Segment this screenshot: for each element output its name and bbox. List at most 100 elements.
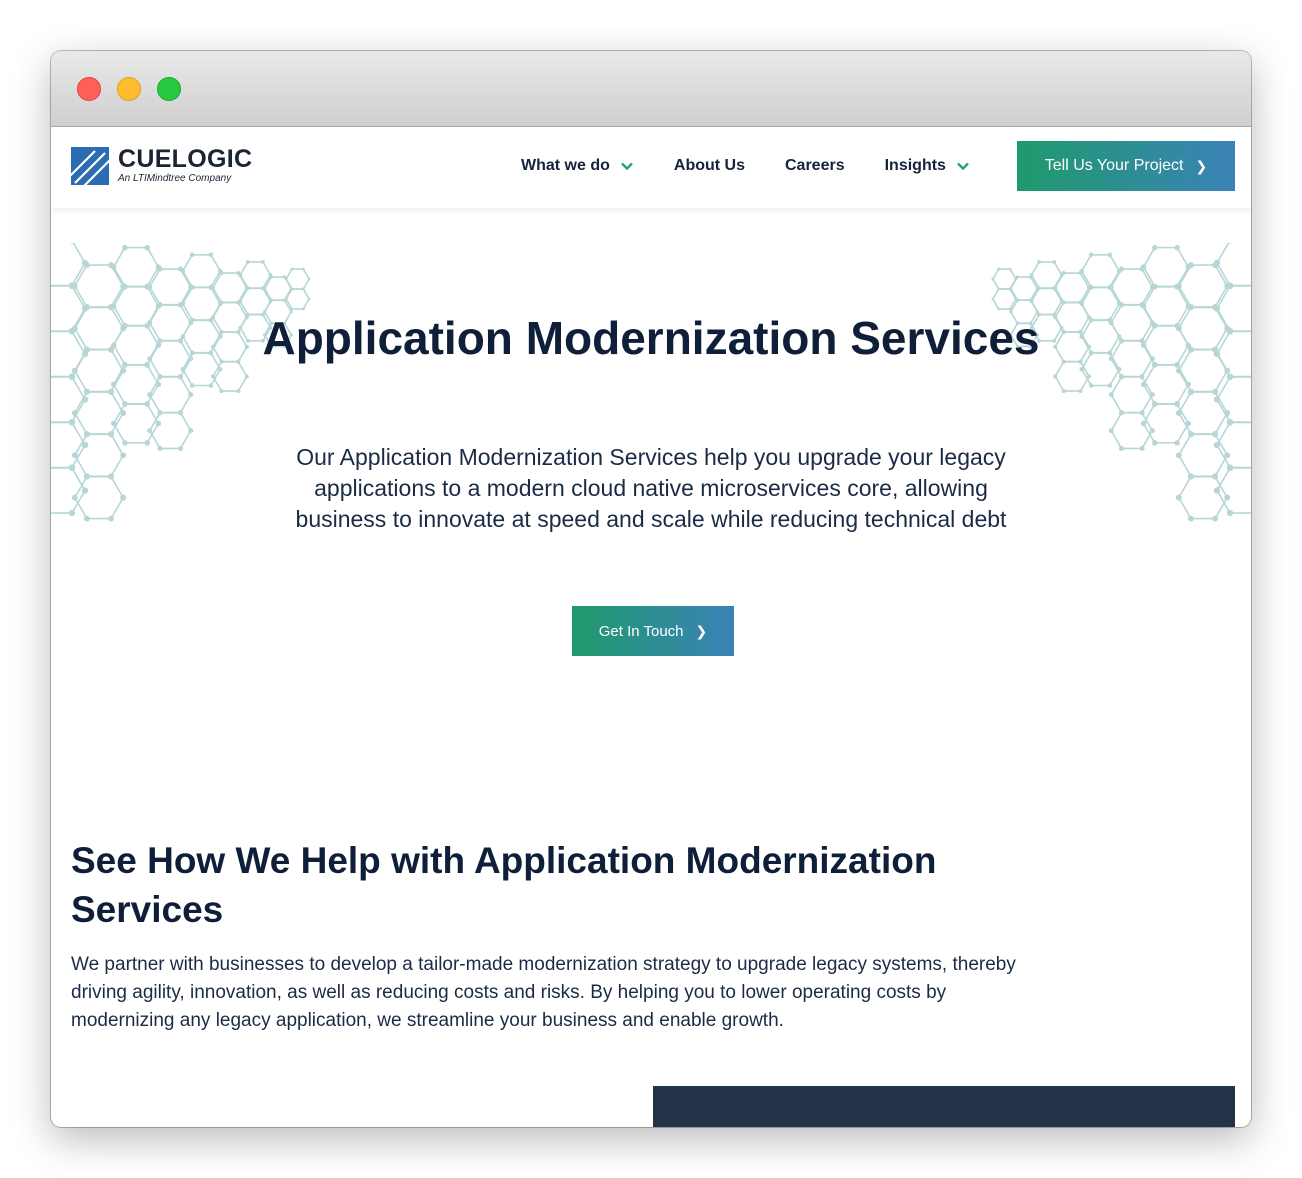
hexagon-node (238, 273, 243, 277)
nav-item-about-us[interactable]: About Us (674, 157, 745, 175)
nav-item-what-we-do[interactable]: What we do (521, 157, 634, 175)
hexagon-node (219, 388, 224, 394)
hexagon-node (144, 440, 150, 446)
hexagon-node (1152, 440, 1158, 446)
hexagon-node (1187, 389, 1194, 396)
hexagon-node (177, 374, 184, 380)
hexagon-node (1187, 515, 1194, 522)
hexagon-node (1175, 494, 1182, 501)
hexagon-node (1008, 267, 1012, 271)
nav-item-label: About Us (673, 157, 745, 174)
nav-item-careers[interactable]: Careers (785, 157, 845, 175)
hexagon-node (263, 286, 267, 291)
hexagon-node (1059, 299, 1064, 304)
hexagon-node (1139, 374, 1145, 380)
hexagon-node (1053, 374, 1058, 379)
hexagon-node (188, 392, 194, 398)
get-in-touch-button[interactable]: Get In Touch ❯ (572, 606, 734, 656)
hexagon-node (1078, 270, 1083, 276)
nav-item-label: Careers (785, 157, 845, 174)
hexagon-node (1224, 410, 1231, 416)
hexagon-node (238, 299, 243, 304)
hexagon-node (1174, 401, 1180, 407)
hexagon-node (1086, 374, 1092, 379)
stripes-square-logo-icon (71, 147, 109, 185)
brand-name: CUELOGIC (118, 145, 253, 173)
hexagon-node (1107, 252, 1113, 258)
hexagon-cell (112, 403, 160, 444)
hexagon-node (1174, 440, 1180, 446)
tell-us-your-project-button[interactable]: Tell Us Your Project ❯ (1017, 141, 1235, 191)
hexagon-node (144, 244, 150, 251)
window-titlebar (51, 51, 1251, 127)
hexagon-node (155, 420, 162, 427)
section-body: We partner with businesses to develop a … (71, 954, 1016, 1031)
hexagon-node (68, 509, 76, 517)
hexagon-node (144, 401, 150, 407)
hexagon-node (219, 300, 224, 305)
hexagon-node (189, 252, 195, 258)
hexagon-node (83, 431, 90, 438)
hexagon-node (1226, 419, 1234, 426)
hexagon-node (1152, 401, 1158, 407)
hexagon-node (157, 266, 163, 272)
hexagon-node (1224, 283, 1231, 290)
hexagon-node (307, 277, 311, 281)
hexagon-cell (1216, 376, 1251, 423)
hexagon-node (108, 473, 115, 480)
minimize-window-button[interactable] (117, 77, 141, 101)
hexagon-node (1226, 509, 1234, 517)
hexagon-node (1078, 388, 1083, 394)
hexagon-node (1139, 445, 1145, 451)
browser-window: CUELOGIC An LTIMindtree Company What we … (51, 51, 1251, 1127)
hexagon-node (122, 440, 128, 446)
hexagon-node (1224, 367, 1231, 374)
hexagon-node (236, 388, 241, 394)
hexagon-node (269, 275, 273, 279)
hexagon-node (1149, 392, 1155, 398)
hexagon-node (245, 286, 250, 291)
hexagon-node (1059, 273, 1064, 277)
hexagon-node (120, 452, 127, 459)
nav-item-label: Insights (884, 157, 946, 174)
hexagon-cell (1110, 376, 1154, 414)
hexagon-node (1118, 445, 1125, 451)
hexagon-node (997, 287, 1001, 291)
hexagon-node (83, 473, 90, 480)
hexagon-node (219, 270, 224, 276)
hexagon-node (68, 373, 76, 381)
hexagon-node (1226, 373, 1234, 381)
hexagon-node (1212, 262, 1219, 269)
hexagon-node (110, 381, 117, 388)
hexagon-node (284, 277, 288, 281)
hexagon-node (1140, 420, 1147, 427)
chevron-right-icon: ❯ (1195, 157, 1208, 174)
hexagon-node (108, 389, 115, 396)
hexagon-node (1226, 464, 1234, 472)
dark-feature-panel (653, 1086, 1235, 1127)
hexagon-node (68, 464, 76, 472)
hexagon-node (1139, 266, 1145, 272)
nav-item-insights[interactable]: Insights (885, 157, 970, 175)
hexagon-node (269, 298, 273, 302)
hexagon-node (1224, 452, 1231, 459)
hexagon-node (120, 494, 127, 501)
close-window-button[interactable] (77, 77, 101, 101)
hexagon-cell (991, 268, 1017, 290)
hexagon-cell (239, 261, 272, 289)
hexagon-node (147, 284, 153, 290)
hexagon-node (108, 515, 115, 522)
hexagon-node (180, 301, 186, 307)
hero-section: Application Modernization Services Our A… (51, 208, 1251, 768)
hexagon-node (1152, 244, 1158, 251)
hexagon-node (1212, 515, 1219, 522)
hexagon-node (1116, 268, 1122, 274)
hexagon-node (307, 297, 311, 301)
hexagon-node (1118, 374, 1125, 380)
maximize-window-button[interactable] (157, 77, 181, 101)
hexagon-node (177, 445, 184, 451)
hexagon-node (284, 297, 288, 301)
hexagon-node (1078, 300, 1083, 305)
brand-logo[interactable]: CUELOGIC An LTIMindtree Company (71, 147, 252, 187)
hexagon-node (991, 277, 995, 281)
